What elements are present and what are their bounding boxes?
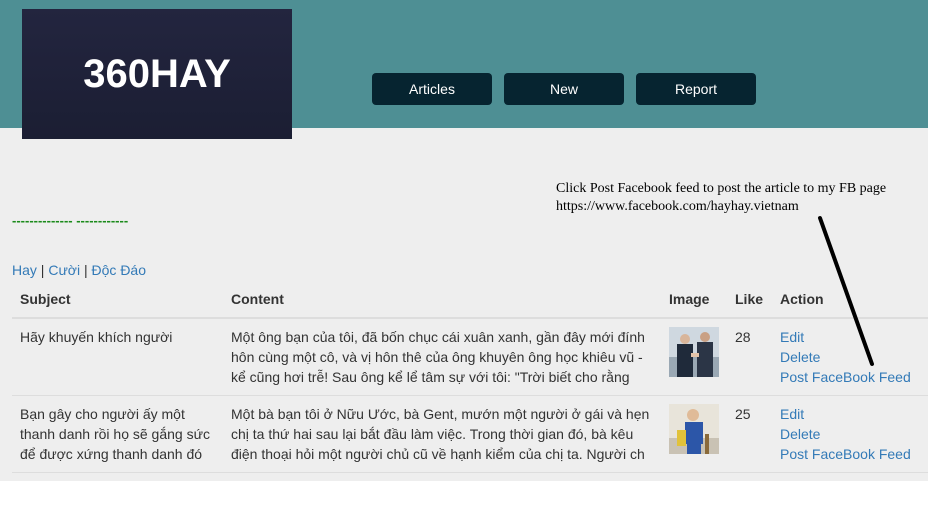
annotation-arrow-icon	[818, 216, 874, 366]
